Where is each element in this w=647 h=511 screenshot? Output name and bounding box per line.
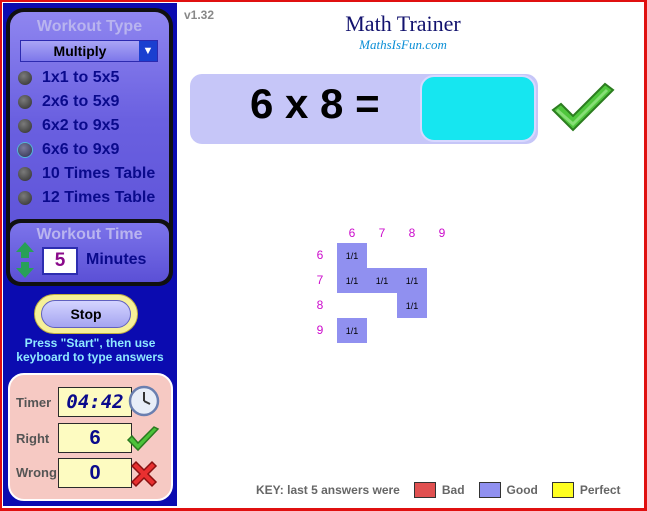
cross-icon	[130, 460, 158, 488]
workout-option-3[interactable]: 6x2 to 9x5	[18, 115, 119, 137]
workout-time-value[interactable]: 5	[42, 247, 78, 275]
grid-row-header: 8	[316, 298, 324, 312]
grid-column-header: 9	[438, 226, 446, 240]
key-item-label: Good	[506, 483, 538, 497]
workout-time-unit: Minutes	[86, 251, 147, 268]
start-hint: Press "Start", then use keyboard to type…	[16, 336, 164, 364]
radio-selected-icon[interactable]	[18, 143, 32, 157]
grid-cell: 1/1	[397, 268, 427, 293]
grid-cell: 1/1	[397, 293, 427, 318]
stop-button[interactable]: Stop	[34, 294, 138, 334]
radio-icon[interactable]	[18, 191, 32, 205]
grid-cell: 1/1	[337, 268, 367, 293]
answer-input[interactable]	[420, 75, 536, 142]
workout-type-select-value: Multiply	[53, 43, 107, 59]
grid-cell: 1/1	[367, 268, 397, 293]
key-item-label: Perfect	[579, 483, 621, 497]
color-key: KEY: last 5 answers were Bad Good Perfec…	[256, 481, 621, 499]
workout-option-label: 6x6 to 9x9	[42, 141, 120, 158]
control-panel: Workout Type Multiply ▼ 1x1 to 5x5 2x6 t…	[3, 3, 177, 506]
right-label: Right	[16, 431, 50, 446]
wrong-label: Wrong	[16, 465, 57, 480]
grid-column-header: 7	[378, 226, 386, 240]
grid-cell: 1/1	[337, 243, 367, 268]
app-title: Math Trainer	[345, 11, 461, 36]
version-label: v1.32	[184, 8, 215, 22]
grid-row-header: 6	[316, 248, 324, 262]
grid-column-header: 8	[408, 226, 416, 240]
workout-type-title: Workout Type	[36, 18, 143, 35]
radio-icon[interactable]	[18, 95, 32, 109]
chevron-down-icon[interactable]: ▼	[139, 41, 157, 61]
timer-label: Timer	[16, 395, 52, 410]
up-down-arrows-icon[interactable]	[16, 242, 34, 278]
clock-icon	[128, 385, 160, 417]
key-label: KEY: last 5 answers were	[256, 483, 400, 497]
key-swatch-perfect	[551, 482, 574, 498]
radio-icon[interactable]	[18, 71, 32, 85]
workout-option-label: 1x1 to 5x5	[42, 69, 120, 86]
checkmark-icon	[551, 82, 615, 132]
stop-button-label: Stop	[41, 300, 131, 328]
workout-option-label: 2x6 to 5x9	[42, 93, 120, 110]
workout-time-panel: Workout Time 5 Minutes	[6, 219, 173, 286]
workout-option-6[interactable]: 12 Times Table	[18, 187, 155, 209]
key-swatch-good	[478, 482, 501, 498]
workout-option-label: 6x2 to 9x5	[42, 117, 120, 134]
grid-column-header: 6	[348, 226, 356, 240]
right-value: 6	[58, 423, 132, 453]
key-item-label: Bad	[441, 483, 465, 497]
wrong-value: 0	[58, 458, 132, 488]
stats-panel: Timer 04:42 Right 6 Wrong 0	[8, 373, 173, 501]
workout-option-1[interactable]: 1x1 to 5x5	[18, 67, 119, 89]
timer-value: 04:42	[58, 387, 132, 417]
grid-row-header: 9	[316, 323, 324, 337]
workout-option-label: 12 Times Table	[42, 189, 156, 206]
checkmark-icon	[126, 426, 160, 452]
radio-icon[interactable]	[18, 119, 32, 133]
grid-cell: 1/1	[337, 318, 367, 343]
question-text: 6 x 8 =	[250, 80, 380, 127]
key-swatch-bad	[413, 482, 436, 498]
app-site-link[interactable]: MathsIsFun.com	[308, 37, 498, 53]
workout-option-2[interactable]: 2x6 to 5x9	[18, 91, 119, 113]
question-bar: 6 x 8 =	[190, 74, 538, 144]
radio-icon[interactable]	[18, 167, 32, 181]
workout-option-5[interactable]: 10 Times Table	[18, 163, 155, 185]
workout-type-select[interactable]: Multiply ▼	[20, 40, 158, 62]
workout-option-4[interactable]: 6x6 to 9x9	[18, 139, 119, 161]
workout-option-label: 10 Times Table	[42, 165, 156, 182]
grid-row-header: 7	[316, 273, 324, 287]
